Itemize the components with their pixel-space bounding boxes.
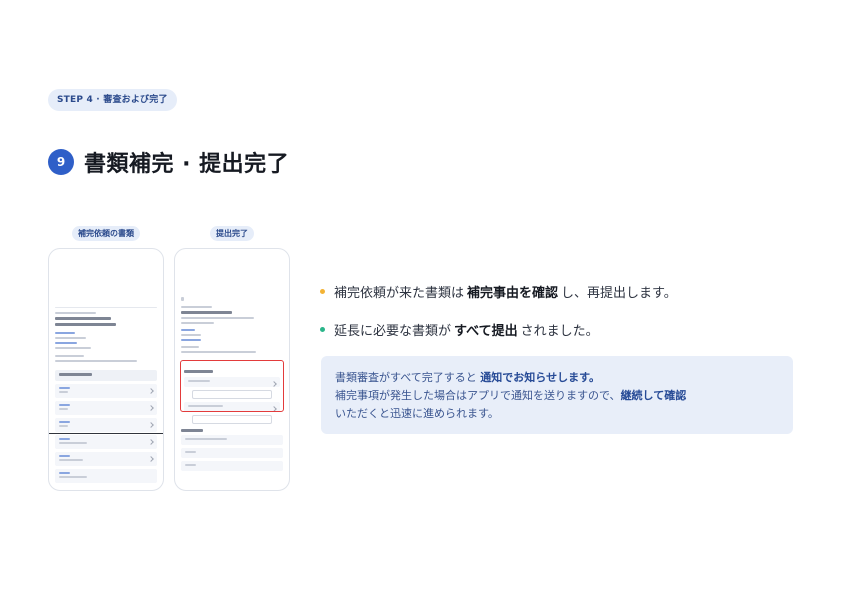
section-number-badge: 9: [48, 149, 74, 175]
bullet-dot-icon: [320, 289, 325, 294]
bullet-item: 補完依頼が来た書類は 補完事由を確認 し、再提出します。: [320, 282, 677, 301]
right-screen-caption: 提出完了: [210, 226, 254, 241]
title-row: 9 書類補完 · 提出完了: [48, 146, 289, 178]
bullet-item: 延長に必要な書類が すべて提出 されました。: [320, 320, 677, 339]
phone-left-content: [55, 307, 157, 486]
page-title: 書類補完 · 提出完了: [84, 152, 290, 177]
bullet-text: 延長に必要な書類が: [334, 324, 452, 339]
notice-line-1: 書類審査がすべて完了すると 通知でお知らせします。: [335, 369, 686, 387]
bullet-text: 補完依頼が来た書類は: [334, 286, 465, 301]
scroll-cut-line: [49, 433, 163, 434]
notice-line-3: いただくと迅速に進められます。: [335, 407, 499, 420]
bullet-text: されました。: [520, 324, 599, 339]
phone-mockup-right: [174, 248, 290, 491]
bullet-emphasis: すべて提出: [454, 324, 518, 339]
notice-box: 書類審査がすべて完了すると 通知でお知らせします。 補完事項が発生した場合はアプ…: [321, 356, 793, 434]
bullet-dot-icon: [320, 327, 325, 332]
bullet-emphasis: 補完事由を確認: [467, 286, 559, 301]
notice-line-2: 補完事項が発生した場合はアプリで通知を送りますので、継続して確認: [335, 387, 686, 405]
notice-text: 補完事項が発生した場合はアプリで通知を送りますので、: [335, 389, 621, 402]
notice-emphasis: 通知でお知らせします。: [480, 371, 600, 384]
bullet-list: 補完依頼が来た書類は 補完事由を確認 し、再提出します。 延長に必要な書類が す…: [320, 282, 677, 358]
phone-mockup-left: [48, 248, 164, 491]
notice-text: 書類審査がすべて完了すると: [335, 371, 477, 384]
notice-emphasis: 継続して確認: [620, 389, 687, 402]
highlight-box: [180, 360, 284, 412]
left-screen-caption: 補完依頼の書類: [72, 226, 140, 241]
step-pill: STEP 4 · 審査および完了: [48, 89, 177, 111]
bullet-text: し、再提出します。: [561, 286, 677, 301]
